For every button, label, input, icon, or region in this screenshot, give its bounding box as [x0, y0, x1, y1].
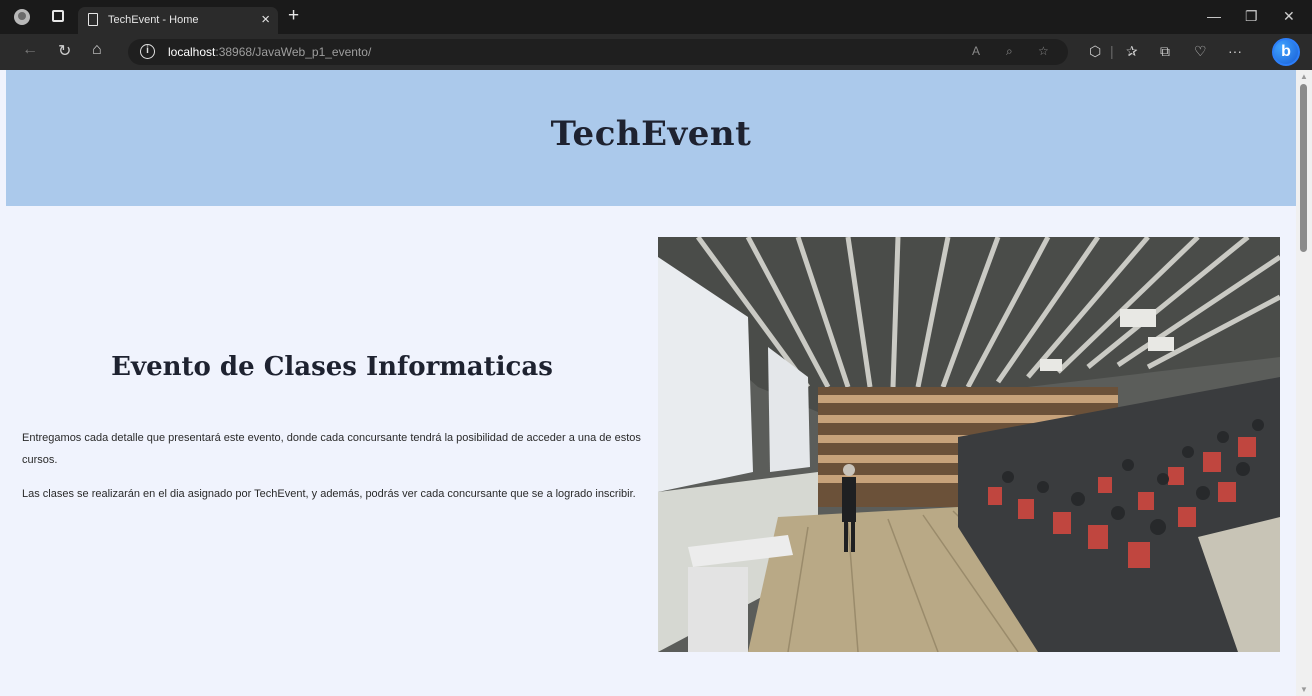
page-icon: [88, 13, 98, 26]
more-icon[interactable]: ···: [1228, 43, 1242, 59]
scroll-down-icon[interactable]: ▼: [1300, 685, 1308, 694]
page-scrollbar[interactable]: ▲ ▼: [1296, 70, 1312, 696]
tab-close-icon[interactable]: ×: [261, 11, 270, 28]
tab-actions-icon[interactable]: [52, 10, 64, 22]
home-icon[interactable]: ⌂: [92, 41, 102, 59]
scroll-up-icon[interactable]: ▲: [1300, 72, 1308, 81]
browser-tab[interactable]: TechEvent - Home ×: [78, 7, 278, 34]
new-tab-icon[interactable]: +: [288, 5, 299, 27]
favorites-icon[interactable]: ✰: [1126, 43, 1138, 60]
zoom-icon[interactable]: ⌕: [1006, 44, 1013, 59]
site-info-icon[interactable]: i: [140, 44, 155, 59]
browser-tab-bar: TechEvent - Home × + — ❐ ✕: [0, 0, 1312, 34]
performance-icon[interactable]: ♡: [1194, 43, 1207, 60]
back-icon[interactable]: ←: [22, 41, 38, 59]
read-aloud-icon[interactable]: A: [972, 44, 980, 58]
event-description-1: Entregamos cada detalle que presentará e…: [22, 432, 641, 466]
collections-icon[interactable]: ⧉: [1160, 43, 1170, 60]
page-viewport: TechEvent Evento de Clases Informaticas …: [0, 70, 1296, 696]
restore-icon[interactable]: ❐: [1245, 8, 1258, 25]
site-title: TechEvent: [550, 114, 752, 154]
extensions-icon[interactable]: ⬡: [1089, 43, 1101, 60]
address-bar[interactable]: i localhost:38968/JavaWeb_p1_evento/ A ⌕…: [128, 39, 1068, 65]
close-window-icon[interactable]: ✕: [1283, 8, 1295, 25]
tab-title: TechEvent - Home: [108, 14, 199, 26]
toolbar-divider: |: [1110, 43, 1114, 59]
lecture-hall-illustration: [658, 237, 1280, 652]
refresh-icon[interactable]: ↻: [58, 41, 71, 61]
event-hall-photo: [658, 237, 1280, 652]
header-banner: TechEvent: [6, 70, 1296, 206]
scroll-thumb[interactable]: [1300, 84, 1307, 252]
browser-toolbar: ← ↻ ⌂ i localhost:38968/JavaWeb_p1_event…: [0, 34, 1312, 70]
url-text: localhost:38968/JavaWeb_p1_evento/: [168, 45, 372, 59]
profile-avatar-icon[interactable]: [14, 9, 30, 25]
favorite-icon[interactable]: ☆: [1038, 44, 1049, 58]
event-heading: Evento de Clases Informaticas: [111, 352, 553, 382]
bing-icon[interactable]: b: [1272, 38, 1300, 66]
minimize-icon[interactable]: —: [1207, 8, 1221, 24]
event-description-2: Las clases se realizarán en el dia asign…: [22, 488, 636, 500]
